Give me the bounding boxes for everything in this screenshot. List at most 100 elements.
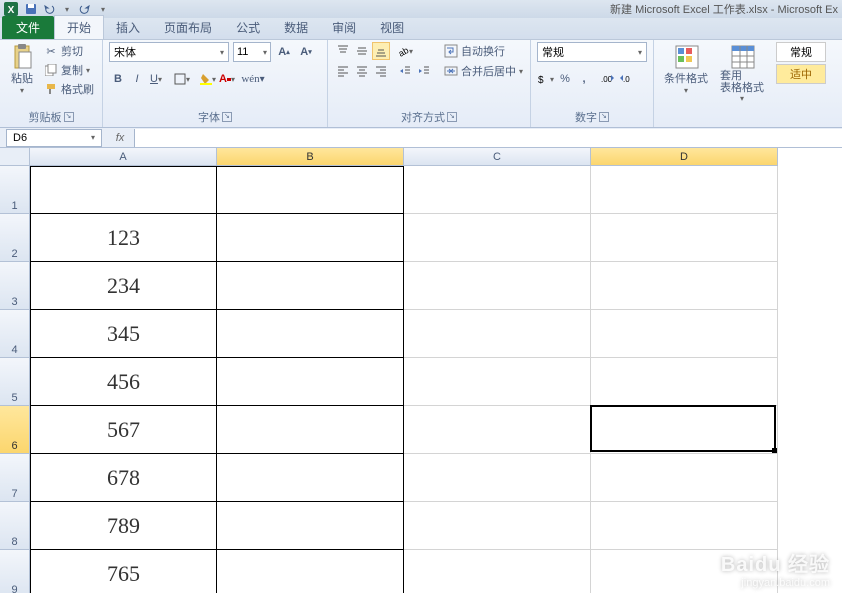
number-format-select[interactable]: 常规▾ bbox=[537, 42, 647, 62]
border-button[interactable]: ▾ bbox=[173, 70, 191, 88]
col-header-A[interactable]: A bbox=[30, 148, 217, 166]
cell-A2[interactable]: 123 bbox=[30, 214, 217, 262]
cell-A3[interactable]: 234 bbox=[30, 262, 217, 310]
tab-insert[interactable]: 插入 bbox=[104, 16, 152, 39]
cell-D1[interactable] bbox=[591, 166, 778, 214]
cell-C1[interactable] bbox=[404, 166, 591, 214]
tab-home[interactable]: 开始 bbox=[54, 15, 104, 39]
cell-A8[interactable]: 789 bbox=[30, 502, 217, 550]
worksheet-grid[interactable]: ABCD 123456789 123234345456567678789765 bbox=[0, 148, 842, 593]
cell-B9[interactable] bbox=[217, 550, 404, 593]
row-header-9[interactable]: 9 bbox=[0, 550, 30, 593]
col-header-B[interactable]: B bbox=[217, 148, 404, 166]
cell-D2[interactable] bbox=[591, 214, 778, 262]
phonetic-button[interactable]: wén▾ bbox=[244, 70, 262, 88]
font-name-select[interactable]: 宋体▾ bbox=[109, 42, 229, 62]
cell-D4[interactable] bbox=[591, 310, 778, 358]
cell-C9[interactable] bbox=[404, 550, 591, 593]
cell-A1[interactable] bbox=[30, 166, 217, 214]
merge-center-button[interactable]: 合并后居中▾ bbox=[443, 62, 524, 80]
font-launcher[interactable] bbox=[222, 112, 232, 122]
save-icon[interactable] bbox=[23, 1, 39, 17]
col-header-C[interactable]: C bbox=[404, 148, 591, 166]
increase-decimal-button[interactable]: .00 bbox=[599, 70, 617, 88]
cut-button[interactable]: ✂剪切 bbox=[42, 42, 96, 60]
cell-A4[interactable]: 345 bbox=[30, 310, 217, 358]
font-color-button[interactable]: A▾ bbox=[218, 70, 236, 88]
font-size-select[interactable]: 11▾ bbox=[233, 42, 271, 62]
cell-D3[interactable] bbox=[591, 262, 778, 310]
cell-C7[interactable] bbox=[404, 454, 591, 502]
increase-indent-button[interactable] bbox=[415, 62, 433, 80]
cell-D8[interactable] bbox=[591, 502, 778, 550]
col-header-D[interactable]: D bbox=[591, 148, 778, 166]
grow-font-button[interactable]: A▴ bbox=[275, 43, 293, 61]
cell-style-normal[interactable]: 常规 bbox=[776, 42, 826, 62]
decrease-decimal-button[interactable]: .0 bbox=[618, 70, 636, 88]
name-box[interactable]: D6▾ bbox=[6, 129, 102, 147]
align-right-button[interactable] bbox=[372, 62, 390, 80]
bold-button[interactable]: B bbox=[109, 70, 127, 88]
format-as-table-button[interactable]: 套用 表格格式▾ bbox=[716, 42, 768, 105]
cell-style-neutral[interactable]: 适中 bbox=[776, 64, 826, 84]
number-launcher[interactable] bbox=[599, 112, 609, 122]
cell-B5[interactable] bbox=[217, 358, 404, 406]
cell-C2[interactable] bbox=[404, 214, 591, 262]
cell-B1[interactable] bbox=[217, 166, 404, 214]
percent-button[interactable]: % bbox=[556, 70, 574, 88]
decrease-indent-button[interactable] bbox=[396, 62, 414, 80]
cell-C3[interactable] bbox=[404, 262, 591, 310]
tab-file[interactable]: 文件 bbox=[2, 16, 54, 39]
tab-review[interactable]: 审阅 bbox=[320, 16, 368, 39]
fill-color-button[interactable]: ▾ bbox=[199, 70, 217, 88]
copy-button[interactable]: 复制▾ bbox=[42, 61, 96, 79]
align-bottom-button[interactable] bbox=[372, 42, 390, 60]
conditional-format-button[interactable]: 条件格式▾ bbox=[660, 42, 712, 97]
row-header-1[interactable]: 1 bbox=[0, 166, 30, 214]
row-header-6[interactable]: 6 bbox=[0, 406, 30, 454]
clipboard-launcher[interactable] bbox=[64, 112, 74, 122]
paste-button[interactable]: 粘贴 ▾ bbox=[6, 42, 38, 97]
cell-C4[interactable] bbox=[404, 310, 591, 358]
cell-B2[interactable] bbox=[217, 214, 404, 262]
comma-button[interactable]: , bbox=[575, 70, 593, 88]
cell-B3[interactable] bbox=[217, 262, 404, 310]
orientation-button[interactable]: ab▾ bbox=[396, 42, 414, 60]
cell-B7[interactable] bbox=[217, 454, 404, 502]
tab-data[interactable]: 数据 bbox=[272, 16, 320, 39]
cell-A9[interactable]: 765 bbox=[30, 550, 217, 593]
align-left-button[interactable] bbox=[334, 62, 352, 80]
formula-input[interactable] bbox=[134, 129, 842, 147]
row-header-8[interactable]: 8 bbox=[0, 502, 30, 550]
cell-C8[interactable] bbox=[404, 502, 591, 550]
row-header-2[interactable]: 2 bbox=[0, 214, 30, 262]
tab-view[interactable]: 视图 bbox=[368, 16, 416, 39]
row-header-4[interactable]: 4 bbox=[0, 310, 30, 358]
row-header-3[interactable]: 3 bbox=[0, 262, 30, 310]
cell-D5[interactable] bbox=[591, 358, 778, 406]
align-center-button[interactable] bbox=[353, 62, 371, 80]
underline-button[interactable]: U▾ bbox=[147, 70, 165, 88]
currency-button[interactable]: $▾ bbox=[537, 70, 555, 88]
wrap-text-button[interactable]: 自动换行 bbox=[443, 42, 524, 60]
cell-B8[interactable] bbox=[217, 502, 404, 550]
cell-B4[interactable] bbox=[217, 310, 404, 358]
align-middle-button[interactable] bbox=[353, 42, 371, 60]
align-top-button[interactable] bbox=[334, 42, 352, 60]
cell-A5[interactable]: 456 bbox=[30, 358, 217, 406]
fx-button[interactable]: fx bbox=[110, 130, 130, 146]
format-painter-button[interactable]: 格式刷 bbox=[42, 80, 96, 98]
cell-C6[interactable] bbox=[404, 406, 591, 454]
row-header-7[interactable]: 7 bbox=[0, 454, 30, 502]
select-all-corner[interactable] bbox=[0, 148, 30, 166]
cell-D6[interactable] bbox=[591, 406, 778, 454]
cell-A7[interactable]: 678 bbox=[30, 454, 217, 502]
row-header-5[interactable]: 5 bbox=[0, 358, 30, 406]
italic-button[interactable]: I bbox=[128, 70, 146, 88]
alignment-launcher[interactable] bbox=[447, 112, 457, 122]
tab-formulas[interactable]: 公式 bbox=[224, 16, 272, 39]
cell-A6[interactable]: 567 bbox=[30, 406, 217, 454]
shrink-font-button[interactable]: A▾ bbox=[297, 43, 315, 61]
cell-B6[interactable] bbox=[217, 406, 404, 454]
cell-C5[interactable] bbox=[404, 358, 591, 406]
